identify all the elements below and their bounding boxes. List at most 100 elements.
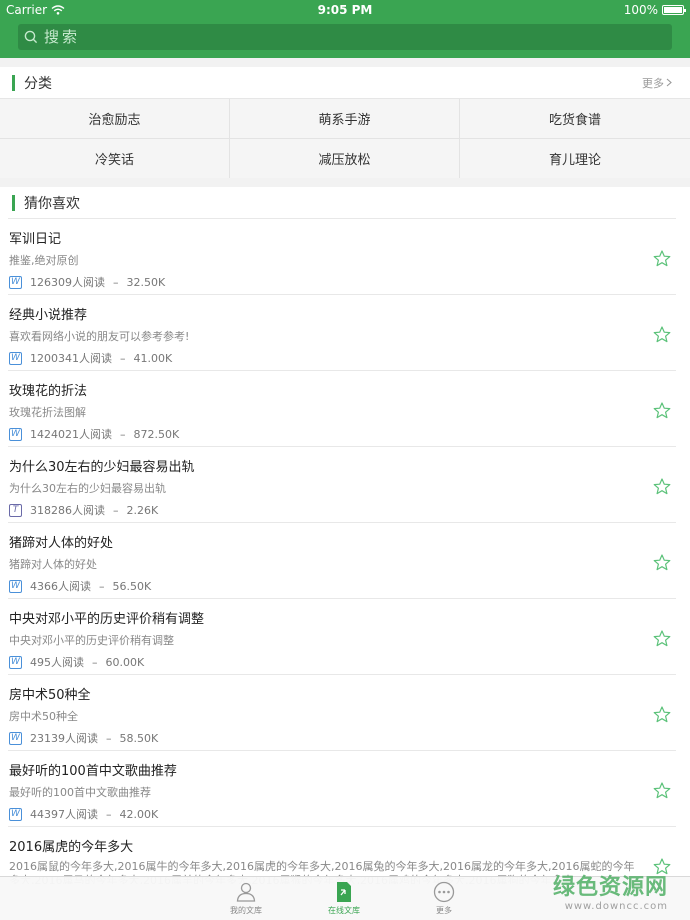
tab-bar: 我的文库 在线文库 更多 绿色资源网 www.downcc.com xyxy=(0,875,690,920)
category-item[interactable]: 治愈励志 xyxy=(0,99,230,139)
list-item[interactable]: 为什么30左右的少妇最容易出轨 为什么30左右的少妇最容易出轨 T 318286人阅读… xyxy=(8,446,676,522)
section-gap xyxy=(0,58,690,67)
item-meta: W 495人阅读 –60.00K xyxy=(9,654,144,670)
item-separator: – xyxy=(92,655,98,669)
tab-online-library[interactable]: 在线文库 xyxy=(314,881,374,916)
favorite-star-icon[interactable] xyxy=(652,781,672,801)
item-size: 42.00K xyxy=(119,807,159,821)
item-reads: 4366人阅读 xyxy=(30,580,91,593)
battery-icon xyxy=(662,5,686,15)
list-item[interactable]: 经典小说推荐 喜欢看网络小说的朋友可以参考参考! W 1200341人阅读 –41.00… xyxy=(8,294,676,370)
person-icon xyxy=(236,882,256,902)
item-reads: 23139人阅读 xyxy=(30,732,98,745)
item-title: 为什么30左右的少妇最容易出轨 xyxy=(9,460,195,475)
item-separator: – xyxy=(120,351,126,365)
item-separator: – xyxy=(113,275,119,289)
item-separator: – xyxy=(106,807,112,821)
item-separator: – xyxy=(106,731,112,745)
category-item[interactable]: 冷笑话 xyxy=(0,139,230,179)
app-header: Carrier 9:05 PM 100% xyxy=(0,0,690,58)
item-size: 872.50K xyxy=(133,427,180,441)
tab-label: 更多 xyxy=(436,906,452,915)
favorite-star-icon[interactable] xyxy=(652,477,672,497)
list-item[interactable]: 军训日记推鉴,绝对原创 W 126309人阅读 –32.50K xyxy=(8,218,676,294)
item-separator: – xyxy=(113,503,119,517)
item-size: 58.50K xyxy=(119,731,159,745)
item-separator: – xyxy=(120,427,126,441)
favorite-star-icon[interactable] xyxy=(652,629,672,649)
item-meta: W 44397人阅读 –42.00K xyxy=(9,806,158,822)
favorite-star-icon[interactable] xyxy=(652,401,672,421)
word-file-icon: W xyxy=(9,351,22,365)
item-desc: 玫瑰花折法图解 xyxy=(9,406,86,419)
favorite-star-icon[interactable] xyxy=(652,325,672,345)
item-size: 41.00K xyxy=(133,351,173,365)
section-accent-bar xyxy=(12,74,15,91)
more-label: 更多 xyxy=(642,76,664,90)
status-bar: Carrier 9:05 PM 100% xyxy=(0,0,690,20)
item-meta: W 23139人阅读 –58.50K xyxy=(9,730,158,746)
item-size: 60.00K xyxy=(105,655,145,669)
section-accent-bar xyxy=(12,194,15,211)
word-file-icon: W xyxy=(9,427,22,441)
item-separator: – xyxy=(99,579,105,593)
item-title: 最好听的100首中文歌曲推荐 xyxy=(9,764,177,779)
favorite-star-icon[interactable] xyxy=(652,249,672,269)
item-title: 房中术50种全 xyxy=(9,688,91,703)
item-title: 中央对邓小平的历史评价稍有调整 xyxy=(9,612,205,627)
list-item[interactable]: 最好听的100首中文歌曲推荐 最好听的100首中文歌曲推荐 W 44397人阅读 –42… xyxy=(8,750,676,826)
word-file-icon: W xyxy=(9,655,22,669)
item-size: 56.50K xyxy=(112,579,152,593)
word-file-icon: W xyxy=(9,579,22,593)
search-input[interactable] xyxy=(44,28,644,46)
item-meta: W 126309人阅读 –32.50K xyxy=(9,274,165,290)
section-gap xyxy=(0,178,690,187)
recommend-list: 军训日记 推鉴,绝对原创 W 126309人阅读 –32.50K 经典小说推荐 喜欢看网络小… xyxy=(0,218,690,902)
category-grid: 治愈励志 萌系手游 吃货食谱 冷笑话 减压放松 育儿理论 xyxy=(0,98,690,179)
item-title: 军训日记 xyxy=(9,232,62,247)
item-reads: 1424021人阅读 xyxy=(30,428,112,441)
search-bar[interactable] xyxy=(18,24,672,50)
tab-label: 在线文库 xyxy=(328,906,360,915)
item-desc: 推鉴,绝对原创 xyxy=(9,254,79,267)
category-title: 分类 xyxy=(24,75,52,92)
item-meta: W 4366人阅读 –56.50K xyxy=(9,578,151,594)
item-title: 玫瑰花的折法 xyxy=(9,384,88,399)
item-reads: 1200341人阅读 xyxy=(30,352,112,365)
status-time: 9:05 PM xyxy=(317,3,373,17)
word-file-icon: W xyxy=(9,275,22,289)
category-header: 分类 更多 xyxy=(0,67,690,98)
category-item[interactable]: 吃货食谱 xyxy=(460,99,690,139)
word-file-icon: W xyxy=(9,807,22,821)
list-item[interactable]: 中央对邓小平的历史评价稍有调整 中央对邓小平的历史评价稍有调整 W 495人阅读 –60… xyxy=(8,598,676,674)
favorite-star-icon[interactable] xyxy=(652,705,672,725)
item-desc: 猪蹄对人体的好处 xyxy=(9,558,97,571)
battery-info: 100% xyxy=(623,3,686,17)
list-item[interactable]: 玫瑰花的折法 玫瑰花折法图解 W 1424021人阅读 –872.50K xyxy=(8,370,676,446)
tab-my-library[interactable]: 我的文库 xyxy=(216,881,276,916)
document-icon xyxy=(337,882,351,902)
item-desc: 最好听的100首中文歌曲推荐 xyxy=(9,786,151,799)
favorite-star-icon[interactable] xyxy=(652,553,672,573)
favorite-star-icon[interactable] xyxy=(652,857,672,877)
item-reads: 318286人阅读 xyxy=(30,504,105,517)
category-item[interactable]: 育儿理论 xyxy=(460,139,690,179)
list-item[interactable]: 房中术50种全 房中术50种全 W 23139人阅读 –58.50K xyxy=(8,674,676,750)
more-link[interactable]: 更多 xyxy=(642,75,672,91)
battery-percent: 100% xyxy=(623,3,658,17)
item-desc: 房中术50种全 xyxy=(9,710,78,723)
category-item[interactable]: 减压放松 xyxy=(230,139,460,179)
list-item[interactable]: 猪蹄对人体的好处 猪蹄对人体的好处 W 4366人阅读 –56.50K xyxy=(8,522,676,598)
item-meta: T 318286人阅读 –2.26K xyxy=(9,502,158,518)
item-desc: 为什么30左右的少妇最容易出轨 xyxy=(9,482,166,495)
word-file-icon: W xyxy=(9,731,22,745)
recommend-title: 猜你喜欢 xyxy=(24,195,80,212)
txt-file-icon: T xyxy=(9,503,22,517)
item-desc: 中央对邓小平的历史评价稍有调整 xyxy=(9,634,174,647)
item-meta: W 1424021人阅读 –872.50K xyxy=(9,426,179,442)
tab-more[interactable]: 更多 xyxy=(414,881,474,916)
category-item[interactable]: 萌系手游 xyxy=(230,99,460,139)
item-title: 2016属虎的今年多大 xyxy=(9,840,134,855)
chevron-right-icon xyxy=(666,78,672,87)
more-icon xyxy=(433,881,455,903)
